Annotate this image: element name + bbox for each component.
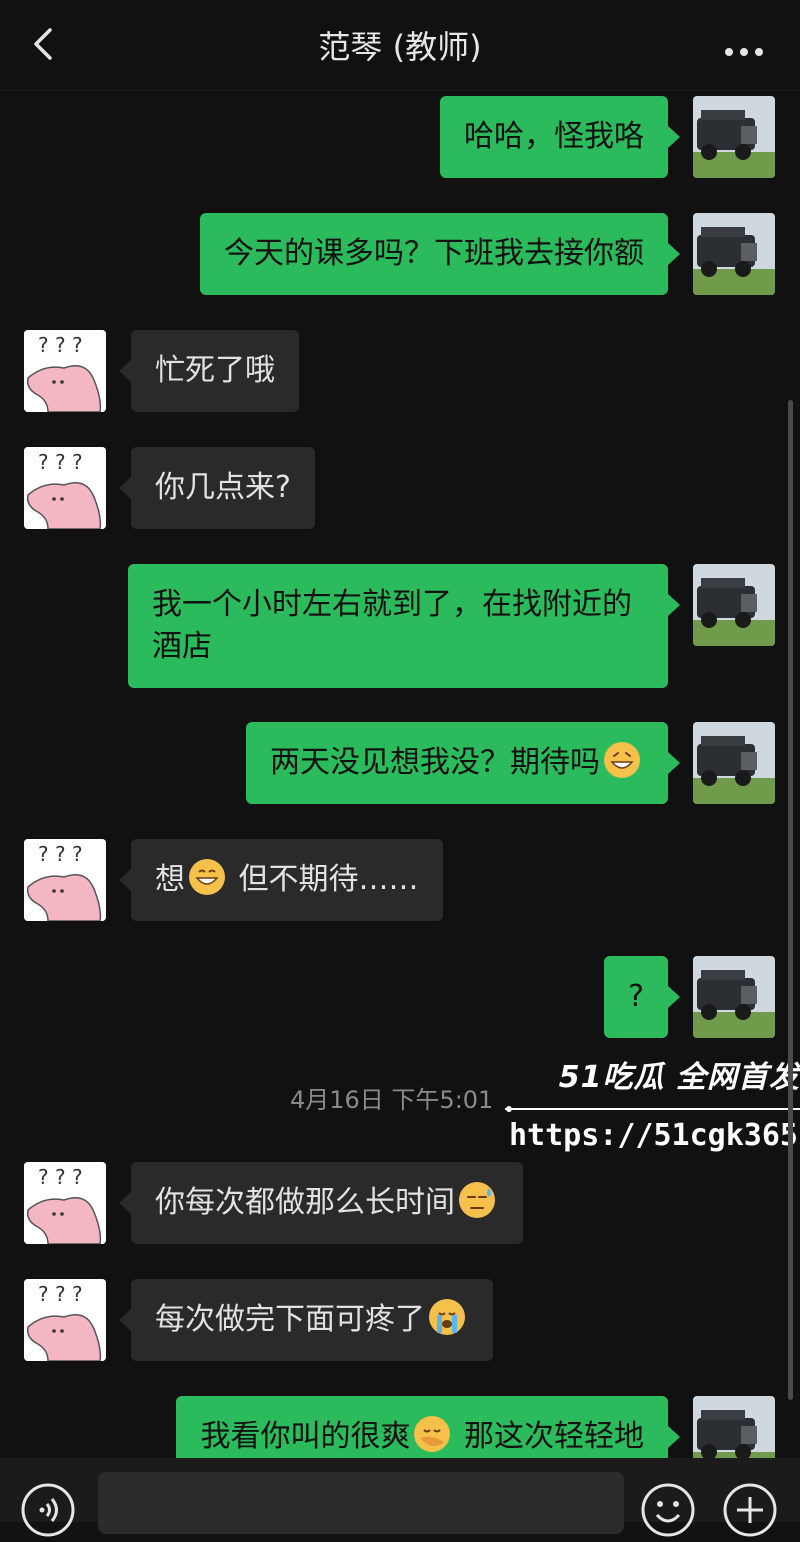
- svg-text:? ? ?: ? ? ?: [38, 1165, 83, 1189]
- message-text: 哈哈，怪我咯: [464, 119, 644, 154]
- message-bubble-sent[interactable]: 哈哈，怪我咯: [440, 96, 680, 178]
- message-bubble-received[interactable]: 忙死了哦: [119, 330, 299, 412]
- watermark-brand: 51吃瓜 全网首发: [558, 1060, 800, 1095]
- message-bubble-received[interactable]: 想 但不期待……: [119, 839, 443, 921]
- watermark-line-icon: [505, 1106, 800, 1112]
- message-text: 你几点来?: [155, 470, 291, 505]
- more-dots-icon: [725, 48, 763, 56]
- message-bubble-received[interactable]: 每次做完下面可疼了: [119, 1279, 493, 1361]
- message-timestamp: 4月16日 下午5:01: [290, 1086, 494, 1114]
- message-text-after: 但不期待……: [229, 862, 419, 897]
- message-list[interactable]: 哈哈，怪我咯 今天的课多吗？下班我去接你额 ? ? ? 忙死了哦 ? ? ? 你…: [0, 90, 800, 1458]
- message-bubble-sent[interactable]: 今天的课多吗？下班我去接你额: [200, 213, 680, 295]
- voice-icon: [21, 1483, 75, 1537]
- chat-header: 范琴 (教师): [0, 0, 800, 91]
- scrollbar[interactable]: [788, 400, 793, 1400]
- message-bubble-received[interactable]: 你每次都做那么长时间: [119, 1162, 523, 1244]
- svg-text:? ? ?: ? ? ?: [38, 450, 83, 474]
- svg-text:? ? ?: ? ? ?: [38, 1282, 83, 1306]
- message-text: ?: [628, 979, 644, 1014]
- downcast-sweat-emoji-icon: [459, 1182, 495, 1218]
- message-text: 两天没见想我没？期待吗: [270, 745, 600, 780]
- message-bubble-received[interactable]: 你几点来?: [119, 447, 315, 529]
- watermark-url: https://51cgk365.com: [509, 1118, 800, 1153]
- contact-avatar[interactable]: ? ? ?: [24, 447, 106, 529]
- message-bubble-sent[interactable]: ?: [604, 956, 680, 1038]
- plus-icon: [723, 1483, 777, 1537]
- message-text-before: 我看你叫的很爽: [200, 1419, 411, 1454]
- grin-emoji-icon: [189, 859, 225, 895]
- contact-avatar[interactable]: ? ? ?: [24, 1162, 106, 1244]
- watermark: 51吃瓜 全网首发 https://51cgk365.com: [505, 1052, 800, 1162]
- message-bubble-sent[interactable]: 两天没见想我没？期待吗: [246, 722, 680, 804]
- voice-button[interactable]: [20, 1482, 76, 1538]
- hand-over-face-emoji-icon: [414, 1416, 451, 1452]
- more-button[interactable]: [724, 42, 764, 56]
- contact-avatar[interactable]: ? ? ?: [24, 330, 106, 412]
- chat-title: 范琴 (教师): [318, 28, 482, 66]
- message-input[interactable]: [98, 1472, 624, 1534]
- message-text: 我一个小时左右就到了，在找附近的酒店: [152, 587, 632, 664]
- input-bar: [0, 1458, 800, 1537]
- message-text-after: 那这次轻轻地: [454, 1419, 644, 1454]
- plus-button[interactable]: [722, 1482, 778, 1538]
- emoji-button[interactable]: [640, 1482, 696, 1538]
- my-avatar[interactable]: [693, 1396, 775, 1458]
- message-bubble-sent[interactable]: 我一个小时左右就到了，在找附近的酒店: [128, 564, 680, 688]
- my-avatar[interactable]: [693, 722, 775, 804]
- my-avatar[interactable]: [693, 213, 775, 295]
- message-text-before: 想: [155, 862, 185, 897]
- smiley-icon: [641, 1483, 695, 1537]
- crying-emoji-icon: [429, 1299, 465, 1335]
- contact-avatar[interactable]: ? ? ?: [24, 1279, 106, 1361]
- my-avatar[interactable]: [693, 956, 775, 1038]
- svg-text:? ? ?: ? ? ?: [38, 842, 83, 866]
- message-text: 你每次都做那么长时间: [155, 1185, 455, 1220]
- message-text: 忙死了哦: [155, 353, 275, 388]
- contact-avatar[interactable]: ? ? ?: [24, 839, 106, 921]
- my-avatar[interactable]: [693, 564, 775, 646]
- message-text: 每次做完下面可疼了: [155, 1302, 425, 1337]
- message-text: 今天的课多吗？下班我去接你额: [224, 236, 644, 271]
- svg-text:? ? ?: ? ? ?: [38, 333, 83, 357]
- my-avatar[interactable]: [693, 96, 775, 178]
- grin-sweat-emoji-icon: [604, 742, 640, 778]
- message-bubble-sent[interactable]: 我看你叫的很爽 那这次轻轻地: [176, 1396, 680, 1458]
